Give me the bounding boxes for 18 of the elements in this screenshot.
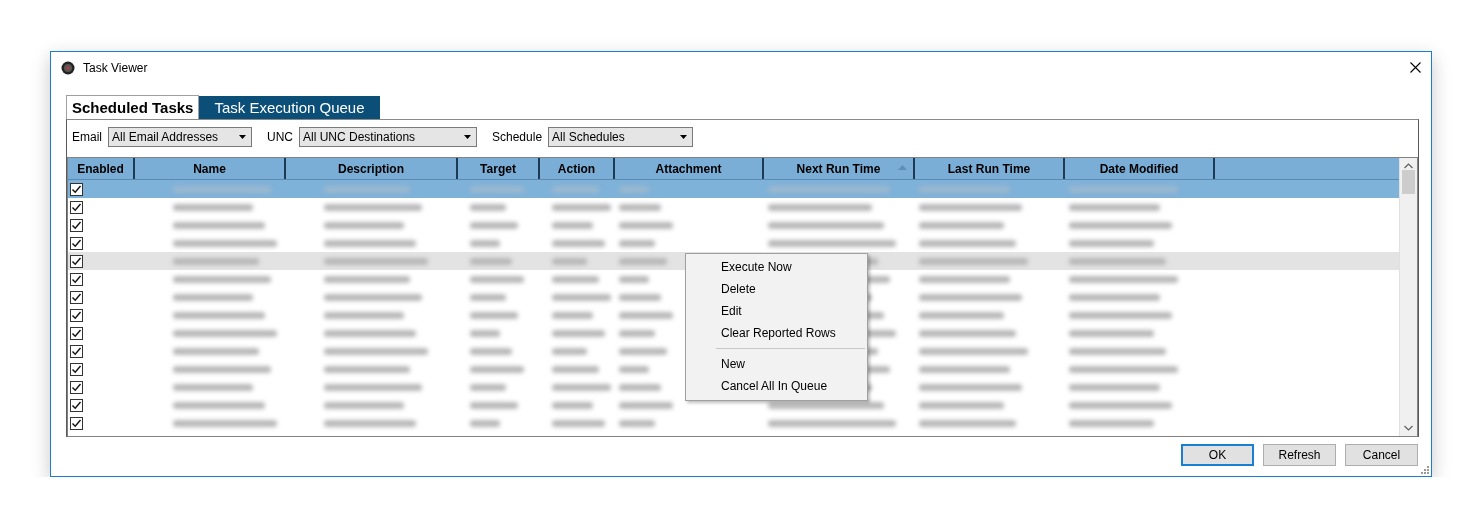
tab[interactable]: Task Execution Queue bbox=[199, 96, 380, 119]
menu-item[interactable]: Execute Now bbox=[686, 256, 802, 278]
window-title: Task Viewer bbox=[83, 60, 148, 75]
dialog-button[interactable]: Refresh bbox=[1263, 444, 1336, 466]
dialog-button[interactable]: OK bbox=[1181, 444, 1254, 466]
menu-item[interactable]: New bbox=[686, 353, 755, 375]
dropdown[interactable]: All UNC Destinations bbox=[299, 126, 477, 147]
menu-item[interactable]: Clear Reported Rows bbox=[686, 322, 846, 344]
dropdown[interactable]: All Schedules bbox=[548, 126, 694, 147]
filter-label: Schedule bbox=[492, 129, 543, 144]
dialog-button[interactable]: Cancel bbox=[1345, 444, 1418, 466]
filter-label: UNC bbox=[267, 129, 293, 144]
menu-item[interactable]: Cancel All In Queue bbox=[686, 375, 838, 397]
menu-item[interactable]: Edit bbox=[686, 300, 752, 322]
filter-label: Email bbox=[72, 129, 102, 144]
tab[interactable]: Scheduled Tasks bbox=[66, 95, 200, 119]
menu-item[interactable]: Delete bbox=[686, 278, 766, 300]
dropdown[interactable]: All Email Addresses bbox=[108, 126, 252, 147]
